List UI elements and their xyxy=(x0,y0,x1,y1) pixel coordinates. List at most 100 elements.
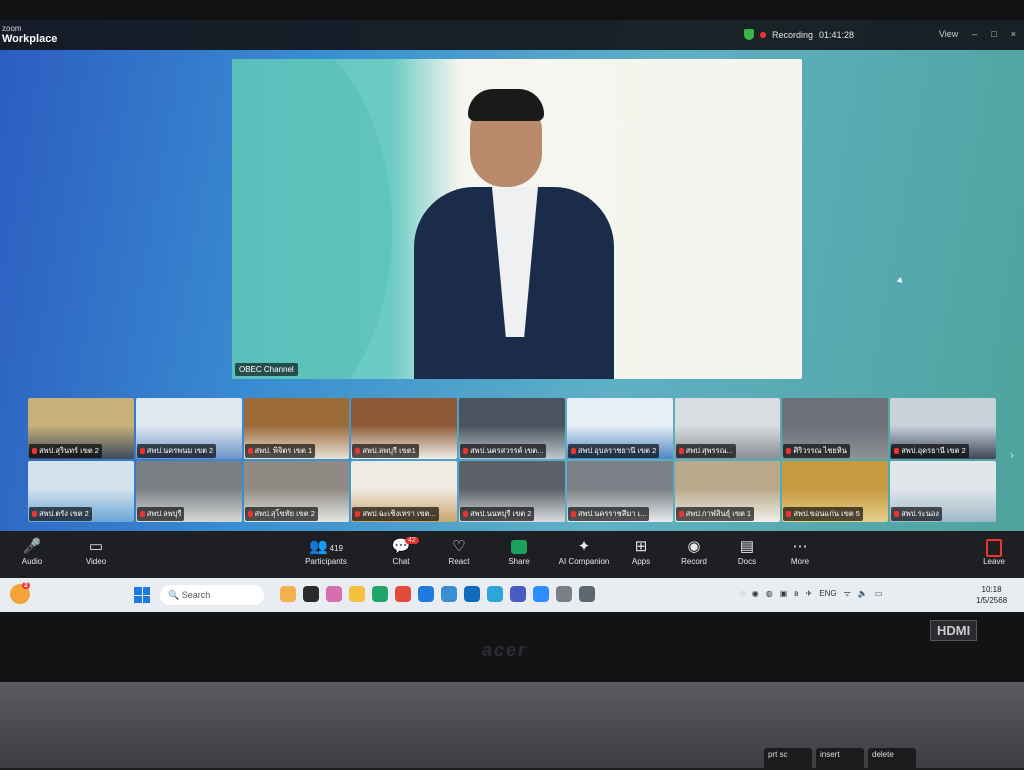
participants-button[interactable]: 👥 419 Participants xyxy=(296,537,356,566)
meeting-timer: 01:41:28 xyxy=(819,29,855,40)
battery-icon[interactable]: ▭ xyxy=(875,589,883,598)
zoom-title-bar: zoom Workplace Recording 01:41:28 View –… xyxy=(0,20,1024,50)
volume-icon[interactable]: 🔈 xyxy=(858,589,868,598)
participant-name: สพป.สุโขทัย เขต 2 xyxy=(254,509,315,518)
record-button[interactable]: ◉ Record xyxy=(664,537,724,566)
taskbar-clock[interactable]: 10:18 1/5/2568 xyxy=(976,584,1007,606)
delete-key[interactable]: delete xyxy=(868,748,916,770)
app-icon[interactable] xyxy=(441,586,457,602)
participant-name-label: สพป.กาฬสินธุ์ เขต 1 xyxy=(675,507,755,521)
participant-tile[interactable]: สพป.กาฬสินธุ์ เขต 1 xyxy=(674,461,781,522)
app-icon[interactable] xyxy=(372,586,388,602)
react-label: React xyxy=(448,557,470,566)
pinned-apps xyxy=(280,586,595,602)
participant-tile[interactable]: สพป.ฉะเชิงเทรา เขต... xyxy=(351,461,458,522)
file-explorer-icon[interactable] xyxy=(349,586,365,602)
apps-icon: ⊞ xyxy=(634,538,648,555)
participant-tile[interactable]: สพป.นนทบุรี เขต 2 xyxy=(459,461,565,522)
participant-tile[interactable]: สพป.นครสวรรค์ เขต... xyxy=(459,398,565,459)
participant-name: สพป.ฉะเชิงเทรา เขต... xyxy=(362,509,436,518)
participant-name: สพป.ระนอง xyxy=(901,509,939,518)
start-button-icon[interactable] xyxy=(134,587,150,603)
participant-tile[interactable]: สพป.สุพรรณ... xyxy=(674,398,781,459)
participant-tile[interactable]: สพป.ลพบุรี เขต1 xyxy=(351,398,458,459)
shield-icon[interactable] xyxy=(744,29,754,40)
participant-tile[interactable]: สพป.นครพนม เขต 2 xyxy=(135,398,242,459)
chat-button[interactable]: 💬 42 Chat xyxy=(371,537,431,566)
taskbar-search[interactable]: 🔍 Search xyxy=(160,585,264,605)
participant-name-label: สพป.สุพรรณ... xyxy=(675,444,736,458)
search-placeholder: Search xyxy=(181,590,211,600)
copilot-icon[interactable] xyxy=(326,586,342,602)
audio-button[interactable]: 🎤 Audio xyxy=(2,537,62,566)
share-button[interactable]: Share xyxy=(489,537,549,566)
docs-button[interactable]: ▤ Docs xyxy=(717,537,777,566)
mic-muted-icon xyxy=(32,511,37,518)
participant-tile[interactable]: สพป.นครราชสีมา เ... xyxy=(566,461,673,522)
participant-name-label: สพป.อุบลราชธานี เขต 2 xyxy=(567,444,660,458)
ai-companion-label: AI Companion xyxy=(558,557,610,566)
app-icon[interactable] xyxy=(487,586,503,602)
minimize-icon[interactable]: – xyxy=(972,29,977,39)
tray-icon[interactable]: ▣ xyxy=(780,589,788,598)
zoom-icon[interactable] xyxy=(533,586,549,602)
camera-icon: ▭ xyxy=(88,538,104,555)
participant-tile[interactable]: สพป.สุโขทัย เขต 2 xyxy=(243,461,350,522)
mic-muted-icon xyxy=(463,511,469,518)
view-button[interactable]: View xyxy=(939,29,958,39)
clock-date: 1/5/2568 xyxy=(976,596,1008,605)
insert-key[interactable]: insert xyxy=(816,748,864,770)
participant-name-label: สพป.สุรินทร์ เขต 2 xyxy=(29,444,102,458)
tray-icon[interactable]: ◉ xyxy=(752,589,759,598)
language-indicator[interactable]: ENG xyxy=(819,589,836,598)
participant-tile[interactable]: สพป.ตรัง เขต 2 xyxy=(28,461,134,522)
react-button[interactable]: ♡ React xyxy=(429,537,489,566)
leave-button[interactable]: Leave xyxy=(964,537,1024,566)
window-controls: View – □ × xyxy=(939,29,1016,39)
mic-muted-icon xyxy=(139,511,145,518)
participant-name: สพป.สุรินทร์ เขต 2 xyxy=(39,446,99,455)
more-button[interactable]: ⋯ More xyxy=(770,537,830,566)
participant-name: สพป.นครสวรรค์ เขต... xyxy=(470,446,544,455)
tray-icon[interactable]: ◌ xyxy=(740,589,745,598)
more-label: More xyxy=(790,557,810,566)
app-icon[interactable] xyxy=(280,586,296,602)
chat-badge: 42 xyxy=(405,537,419,544)
edge-icon[interactable] xyxy=(418,586,434,602)
recording-indicator[interactable]: Recording 01:41:28 xyxy=(744,29,854,40)
close-icon[interactable]: × xyxy=(1011,29,1016,39)
apps-button[interactable]: ⊞ Apps xyxy=(611,537,671,566)
participants-count: 419 xyxy=(329,544,344,553)
recording-dot-icon xyxy=(760,31,766,38)
bluetooth-icon[interactable]: ʙ xyxy=(794,589,798,598)
tray-icon[interactable]: ◍ xyxy=(766,589,773,598)
participant-tile[interactable]: สพป.ระนอง xyxy=(890,461,996,522)
maximize-icon[interactable]: □ xyxy=(991,29,996,39)
ai-companion-button[interactable]: ✦ AI Companion xyxy=(552,537,616,566)
participant-tile[interactable]: ศิริวรรณ ไชยหิน xyxy=(782,398,889,459)
participant-tile[interactable]: สพป.อุดรธานี เขต 2 xyxy=(890,398,996,459)
participant-tile[interactable]: สพป.สุรินทร์ เขต 2 xyxy=(28,398,134,459)
settings-icon[interactable] xyxy=(579,586,595,602)
mic-muted-icon xyxy=(247,511,253,518)
outlook-icon[interactable] xyxy=(464,586,480,602)
heart-icon: ♡ xyxy=(452,538,466,555)
participant-name: สพป.กาฬสินธุ์ เขต 1 xyxy=(685,509,752,518)
teams-icon[interactable] xyxy=(510,586,526,602)
video-button[interactable]: ▭ Video xyxy=(66,537,126,566)
app-icon[interactable] xyxy=(303,586,319,602)
wifi-icon[interactable]: ᯤ xyxy=(844,588,851,599)
zoom-logo-bottom: Workplace xyxy=(2,33,58,45)
chrome-icon[interactable] xyxy=(395,586,411,602)
prtsc-key[interactable]: prt sc xyxy=(764,748,812,770)
app-icon[interactable] xyxy=(556,586,572,602)
participant-tile[interactable]: สพป. พิจิตร เขต 1 xyxy=(243,398,350,459)
gallery-next-arrow-icon[interactable]: › xyxy=(1010,448,1014,462)
participant-tile[interactable]: สพป.อุบลราชธานี เขต 2 xyxy=(566,398,673,459)
weather-widget-icon[interactable]: 2 xyxy=(10,582,30,604)
participant-name-label: สพป.สุโขทัย เขต 2 xyxy=(244,507,318,521)
tray-icon[interactable]: ✈ xyxy=(806,589,813,598)
participant-tile[interactable]: สพป.ขอนแก่น เขต 5 xyxy=(782,461,889,522)
mouse-cursor-icon xyxy=(896,277,905,285)
participant-tile[interactable]: สพป.ลพบุรี xyxy=(135,461,242,522)
